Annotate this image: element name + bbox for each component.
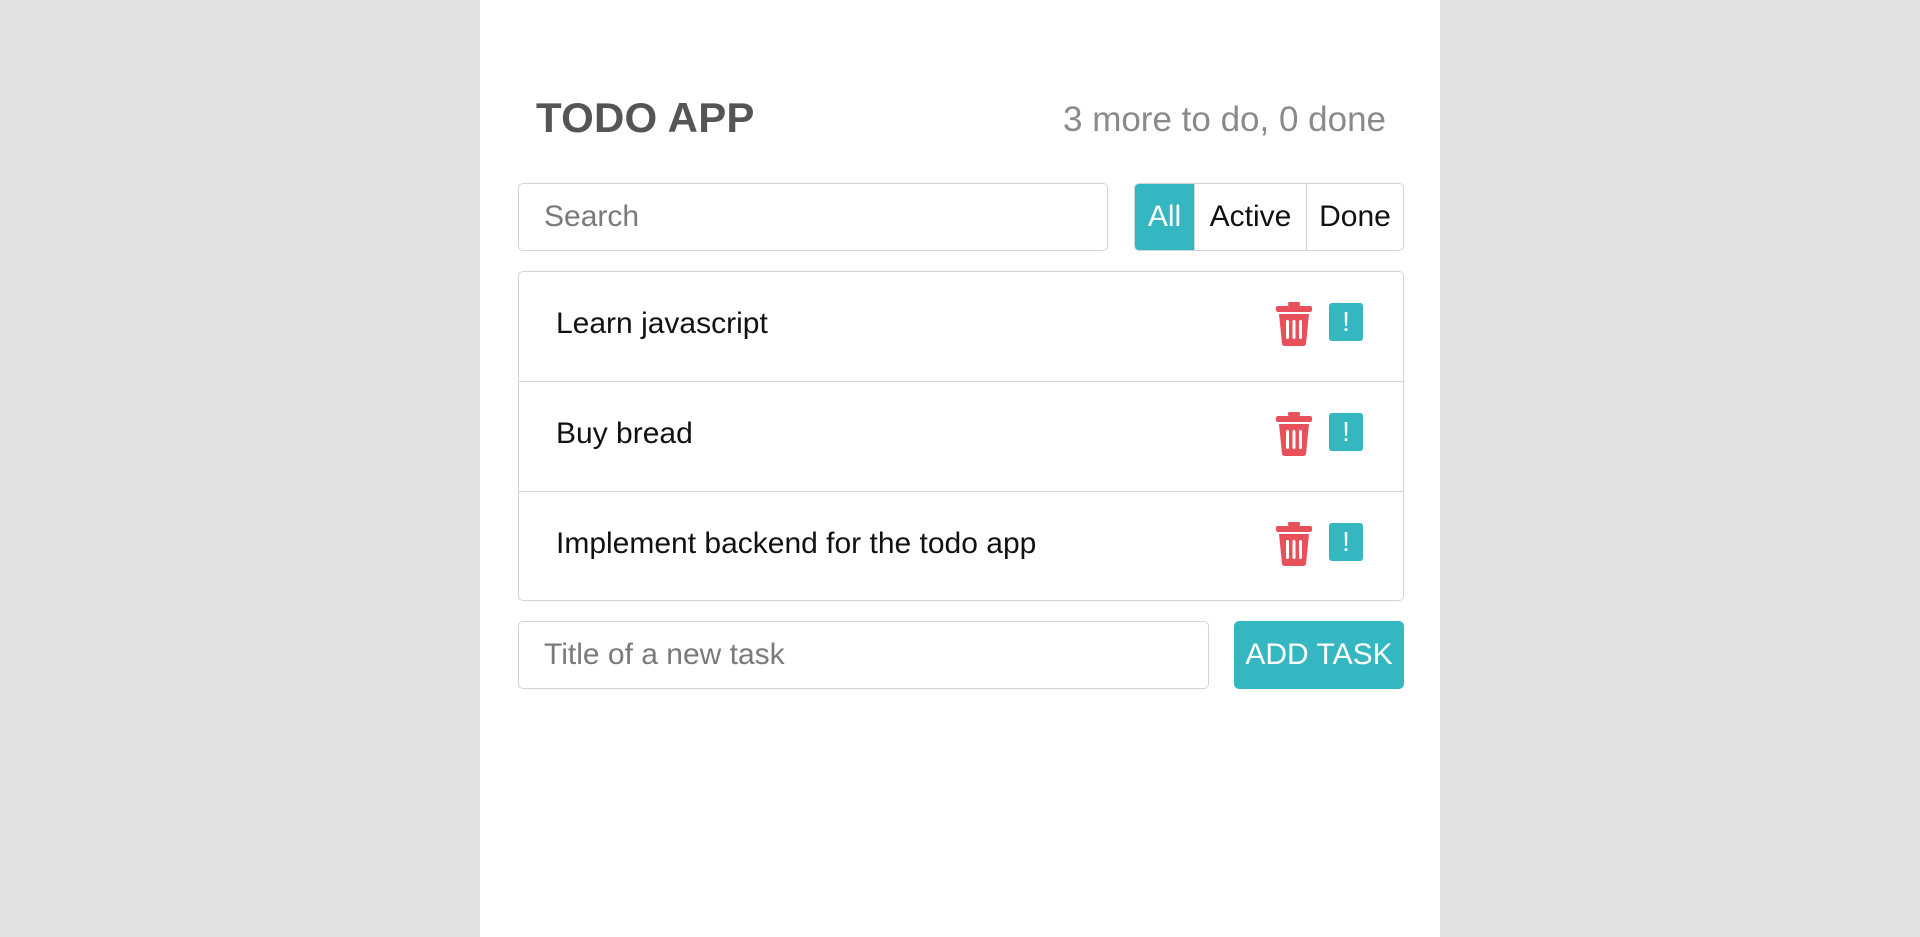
filter-all-button[interactable]: All (1135, 184, 1195, 250)
list-item: Buy bread ! (519, 382, 1403, 492)
app-title: TODO APP (536, 94, 755, 141)
add-task-form: ADD TASK (518, 621, 1404, 689)
mark-important-button[interactable]: ! (1329, 413, 1363, 451)
todo-label[interactable]: Implement backend for the todo app (556, 527, 1036, 561)
filter-done-button[interactable]: Done (1307, 184, 1403, 250)
status-filter: All Active Done (1134, 183, 1404, 251)
add-task-button[interactable]: ADD TASK (1234, 621, 1404, 689)
list-item: Implement backend for the todo app ! (519, 492, 1403, 600)
task-counter: 3 more to do, 0 done (1063, 100, 1386, 139)
search-input[interactable] (518, 183, 1108, 251)
list-item: Learn javascript ! (519, 272, 1403, 382)
mark-important-button[interactable]: ! (1329, 303, 1363, 341)
trash-icon[interactable] (1276, 522, 1312, 566)
trash-icon[interactable] (1276, 412, 1312, 456)
app-panel: TODO APP 3 more to do, 0 done All Active… (480, 0, 1440, 937)
mark-important-button[interactable]: ! (1329, 523, 1363, 561)
trash-icon[interactable] (1276, 302, 1312, 346)
search-row: All Active Done (518, 183, 1404, 251)
todo-list: Learn javascript ! Buy bread ! Implement… (518, 271, 1404, 601)
filter-active-button[interactable]: Active (1195, 184, 1307, 250)
todo-label[interactable]: Buy bread (556, 417, 693, 451)
app-header: TODO APP 3 more to do, 0 done (518, 92, 1404, 141)
new-task-input[interactable] (518, 621, 1209, 689)
todo-label[interactable]: Learn javascript (556, 307, 768, 341)
